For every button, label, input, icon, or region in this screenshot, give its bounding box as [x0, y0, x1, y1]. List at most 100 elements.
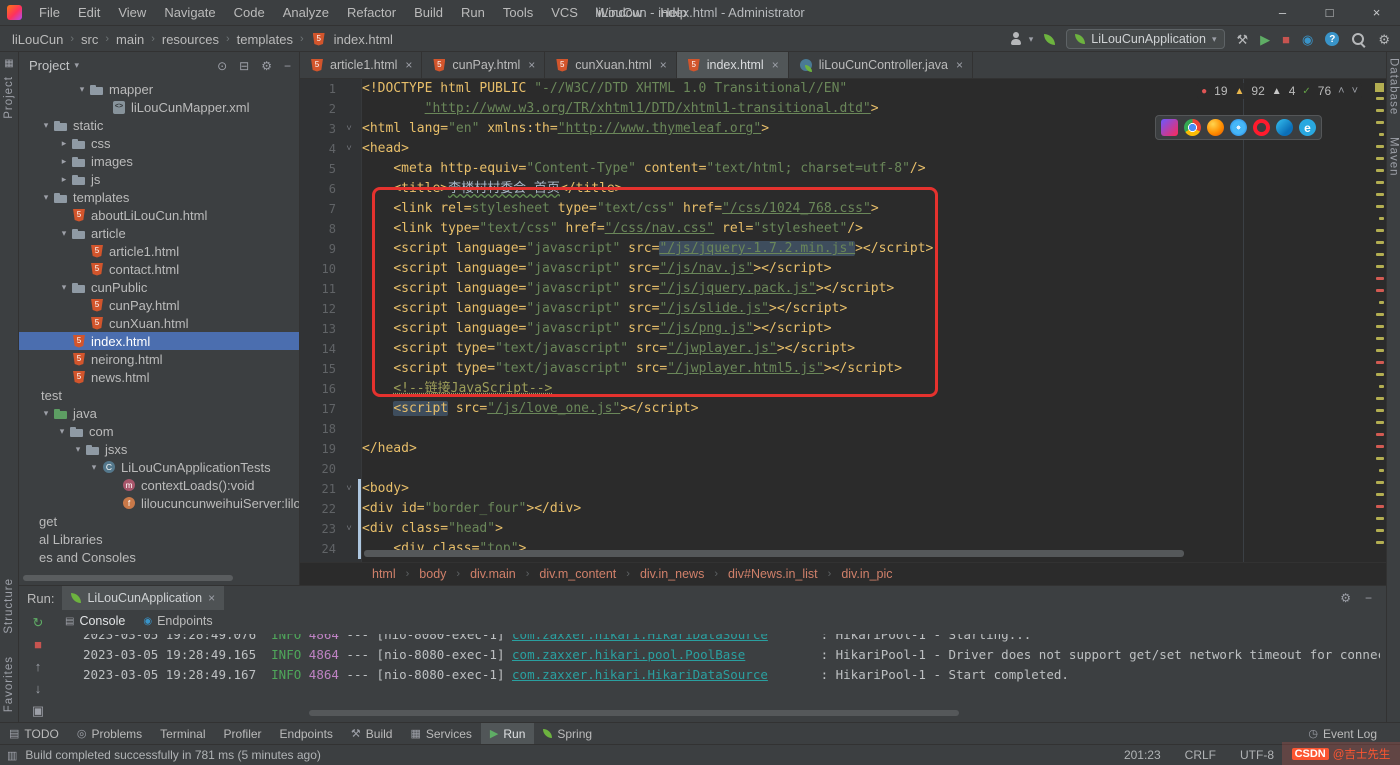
expand-arrow-icon[interactable]: ▸ — [57, 138, 71, 149]
run-icon[interactable]: ▶ — [1260, 33, 1270, 46]
stripe-mark[interactable] — [1376, 229, 1384, 232]
inspections-widget[interactable]: ● 19 ▲ 92 ▲ 4 ✓ 76 ˄ ˅ — [1197, 83, 1362, 99]
tree-item-com[interactable]: ▾ com — [19, 422, 299, 440]
stripe-mark[interactable] — [1376, 289, 1384, 292]
tree-item-cunpay-html[interactable]: cunPay.html — [19, 296, 299, 314]
firefox-browser-icon[interactable] — [1207, 119, 1224, 136]
hide-panel-icon[interactable]: − — [1365, 592, 1372, 604]
expand-arrow-icon[interactable]: ▾ — [75, 84, 89, 95]
toolwindow-tab-structure[interactable]: Structure — [3, 578, 15, 634]
chrome-browser-icon[interactable] — [1184, 119, 1201, 136]
search-everywhere-icon[interactable] — [1351, 32, 1366, 47]
tree-item-mapper[interactable]: ▾ mapper — [19, 80, 299, 98]
toolwindow-button-terminal[interactable]: Terminal — [151, 723, 214, 744]
stripe-mark[interactable] — [1376, 421, 1384, 424]
typo-count[interactable]: 76 — [1318, 84, 1331, 98]
expand-arrow-icon[interactable]: ▾ — [71, 444, 85, 455]
stripe-mark[interactable] — [1376, 97, 1384, 100]
close-icon[interactable]: × — [208, 591, 215, 605]
editor-tab-liloucuncontroller-java[interactable]: liLouCunController.java × — [789, 52, 973, 78]
menu-view[interactable]: View — [109, 0, 155, 25]
toolwindow-button-services[interactable]: ▦ Services — [401, 723, 480, 744]
crumb-html[interactable]: html — [372, 567, 396, 581]
stripe-mark[interactable] — [1379, 217, 1384, 220]
menu-tools[interactable]: Tools — [494, 0, 542, 25]
breadcrumb-item-src[interactable]: src — [81, 32, 98, 47]
expand-arrow-icon[interactable]: ▸ — [57, 174, 71, 185]
stripe-mark[interactable] — [1376, 157, 1384, 160]
menu-refactor[interactable]: Refactor — [338, 0, 405, 25]
editor-tab-article1-html[interactable]: article1.html × — [300, 52, 423, 78]
tree-item-aboutliloucun-html[interactable]: aboutLiLouCun.html — [19, 206, 299, 224]
tree-item-test[interactable]: test — [19, 386, 299, 404]
toolwindow-button-spring[interactable]: Spring — [534, 723, 601, 744]
tree-item-cunxuan-html[interactable]: cunXuan.html — [19, 314, 299, 332]
tree-item-liloucunmapper-xml[interactable]: liLouCunMapper.xml — [19, 98, 299, 116]
run-tab-endpoints[interactable]: ◉ Endpoints — [143, 614, 212, 628]
stop-icon[interactable]: ■ — [34, 638, 42, 651]
stripe-mark[interactable] — [1376, 277, 1384, 280]
stripe-mark[interactable] — [1376, 253, 1384, 256]
stripe-mark[interactable] — [1376, 337, 1384, 340]
tree-item-images[interactable]: ▸ images — [19, 152, 299, 170]
expand-arrow-icon[interactable]: ▾ — [39, 408, 53, 419]
tree-item-java[interactable]: ▾ java — [19, 404, 299, 422]
stripe-mark[interactable] — [1376, 481, 1384, 484]
stripe-mark[interactable] — [1376, 409, 1384, 412]
stripe-mark[interactable] — [1376, 361, 1384, 364]
stripe-mark[interactable] — [1376, 325, 1384, 328]
expand-arrow-icon[interactable]: ▸ — [57, 156, 71, 167]
error-stripe[interactable] — [1373, 79, 1386, 562]
toolwindow-tab-favorites[interactable]: Favorites — [3, 656, 15, 712]
editor-tab-cunpay-html[interactable]: cunPay.html × — [422, 52, 546, 78]
hide-panel-icon[interactable]: − — [284, 60, 291, 72]
tree-item-js[interactable]: ▸ js — [19, 170, 299, 188]
tree-item-al-libraries[interactable]: al Libraries — [19, 530, 299, 548]
console-horizontal-scrollbar[interactable] — [309, 710, 959, 716]
edge-browser-icon[interactable] — [1276, 119, 1293, 136]
error-count[interactable]: 19 — [1214, 84, 1227, 98]
close-tab-icon[interactable]: × — [956, 58, 963, 72]
menu-build[interactable]: Build — [405, 0, 452, 25]
tree-item-templates[interactable]: ▾ templates — [19, 188, 299, 206]
stripe-mark[interactable] — [1376, 517, 1384, 520]
crumb-div-m-content[interactable]: div.m_content — [539, 567, 616, 581]
tree-item-contextloads-void[interactable]: contextLoads():void — [19, 476, 299, 494]
toolwindow-button-problems[interactable]: ◎ Problems — [68, 723, 151, 744]
editor-tab-cunxuan-html[interactable]: cunXuan.html × — [545, 52, 677, 78]
tree-item-contact-html[interactable]: contact.html — [19, 260, 299, 278]
crumb-div-news-in-list[interactable]: div#News.in_list — [728, 567, 818, 581]
help-icon[interactable]: ? — [1325, 32, 1340, 46]
tree-item-css[interactable]: ▸ css — [19, 134, 299, 152]
crumb-div-in-pic[interactable]: div.in_pic — [841, 567, 892, 581]
build-hammer-icon[interactable]: ⚒ — [1236, 33, 1248, 46]
coverage-icon[interactable]: ◉ — [1302, 33, 1313, 46]
preview-browser-icon[interactable] — [1161, 119, 1178, 136]
menu-navigate[interactable]: Navigate — [155, 0, 224, 25]
stripe-mark[interactable] — [1376, 181, 1384, 184]
expand-arrow-icon[interactable]: ▾ — [57, 282, 71, 293]
breadcrumb-item-resources[interactable]: resources — [162, 32, 219, 47]
prev-trace-icon[interactable]: ↑ — [35, 660, 42, 673]
fold-marker-icon[interactable]: ˅ — [340, 139, 358, 159]
menu-vcs[interactable]: VCS — [542, 0, 587, 25]
collapse-all-icon[interactable]: ⊟ — [239, 60, 249, 72]
tree-horizontal-scrollbar[interactable] — [23, 575, 233, 581]
app-icon[interactable] — [7, 5, 22, 20]
maximize-button[interactable]: □ — [1306, 0, 1353, 25]
close-tab-icon[interactable]: × — [528, 58, 535, 72]
stripe-mark[interactable] — [1376, 265, 1384, 268]
stop-icon[interactable]: ■ — [1282, 33, 1290, 46]
run-tab[interactable]: LiLouCunApplication × — [62, 586, 225, 610]
stripe-mark[interactable] — [1376, 457, 1384, 460]
stripe-mark[interactable] — [1376, 433, 1384, 436]
breadcrumb-current-file[interactable]: index.html — [334, 32, 393, 47]
locate-file-icon[interactable]: ⊙ — [217, 60, 227, 72]
next-trace-icon[interactable]: ↓ — [35, 682, 42, 695]
stripe-mark[interactable] — [1379, 133, 1384, 136]
run-tab-console[interactable]: ▤ Console — [65, 614, 125, 628]
line-ending-indicator[interactable]: CRLF — [1185, 748, 1216, 762]
breadcrumb-item-main[interactable]: main — [116, 32, 144, 47]
tree-item-jsxs[interactable]: ▾ jsxs — [19, 440, 299, 458]
crumb-div-in-news[interactable]: div.in_news — [640, 567, 704, 581]
